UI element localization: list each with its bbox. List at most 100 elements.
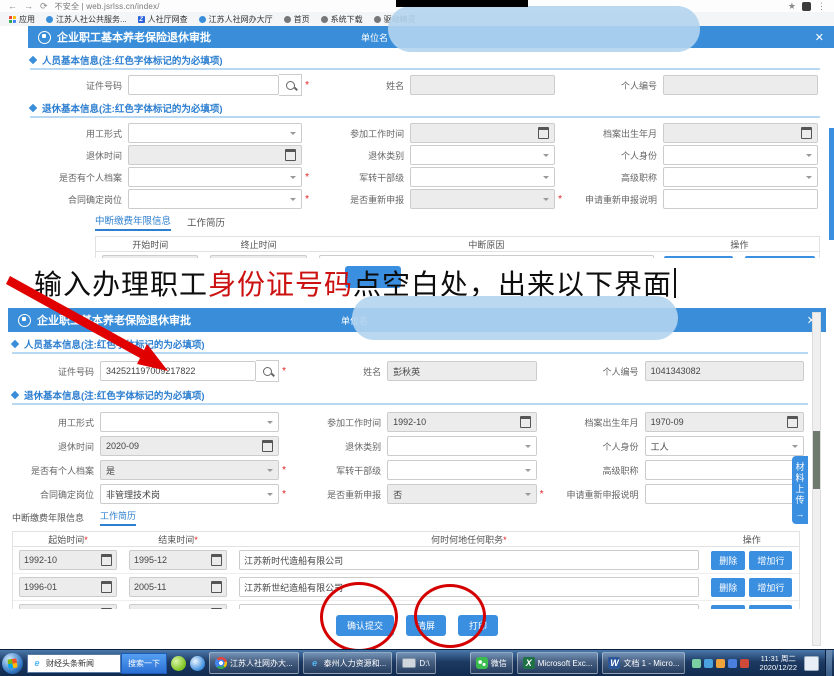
clear-button[interactable]: 清屏 — [406, 615, 446, 636]
retire-type-select[interactable] — [410, 145, 555, 165]
senior-title-label: 高级职称 — [557, 464, 639, 477]
refresh-icon[interactable]: ⟳ — [40, 2, 48, 11]
id-no-input[interactable] — [128, 75, 279, 95]
redeclare-select[interactable]: 否 — [387, 484, 536, 504]
upload-tab-edge[interactable] — [829, 128, 834, 240]
delete-button[interactable]: 删除 — [711, 551, 745, 570]
employment-form-select[interactable] — [100, 412, 279, 432]
tray-icon[interactable] — [728, 659, 737, 668]
tray-icon[interactable] — [692, 659, 701, 668]
chevron-down-icon — [525, 469, 531, 475]
search-button[interactable] — [256, 360, 279, 382]
bookmark-item[interactable]: 人社厅网查 — [138, 14, 188, 25]
search-button[interactable] — [279, 74, 302, 96]
taskbar-clock[interactable]: 11:31 周二 2020/12/22 — [759, 654, 797, 673]
close-icon[interactable]: ✕ — [815, 31, 824, 44]
retire-type-select[interactable] — [387, 436, 536, 456]
personal-identity-label: 个人身份 — [575, 149, 657, 162]
archive-birth-date: 1970-09 — [645, 412, 804, 432]
has-archive-select[interactable] — [128, 167, 302, 187]
duty-input[interactable]: 江苏新世纪造船有限公司 — [239, 577, 699, 597]
duty-input[interactable] — [239, 604, 699, 609]
tray-icon[interactable] — [716, 659, 725, 668]
id-no-input[interactable]: 342521197009217822 — [100, 361, 256, 381]
contract-post-select[interactable] — [128, 189, 302, 209]
personal-no-input: 1041343082 — [645, 361, 804, 381]
bookmark-apps[interactable]: 应用 — [9, 14, 35, 25]
bookmark-star-icon[interactable]: ★ — [788, 2, 796, 11]
menu-icon[interactable]: ⋮ — [817, 2, 826, 11]
calendar-icon — [801, 127, 812, 139]
tab-work-resume[interactable]: 工作简历 — [187, 215, 225, 231]
profile-avatar[interactable] — [802, 2, 811, 11]
senior-title-select[interactable] — [645, 460, 804, 480]
add-row-button[interactable]: 增加行 — [749, 605, 792, 610]
personal-identity-select[interactable] — [663, 145, 818, 165]
form-title: 企业职工基本养老保险退休审批 — [37, 312, 191, 328]
taskbar-window-word[interactable]: 文档 1 - Micro... — [602, 652, 685, 674]
sogou-browser-icon[interactable] — [190, 656, 205, 671]
has-archive-select[interactable]: 是 — [100, 460, 279, 480]
chevron-down-icon — [543, 198, 549, 204]
material-upload-tab[interactable]: 材料上传 → — [792, 456, 808, 524]
tab-work-resume[interactable]: 工作简历 — [100, 509, 136, 526]
search-input[interactable]: 财经头条新闻 — [27, 654, 121, 673]
submit-button[interactable]: 确认提交 — [336, 615, 394, 636]
input-method-icon[interactable] — [804, 656, 819, 671]
calendar-icon — [787, 416, 798, 428]
tab-interrupt-info[interactable]: 中断缴费年限信息 — [95, 213, 171, 231]
add-row-button[interactable]: 增加行 — [749, 551, 792, 570]
add-row-button[interactable]: 增加行 — [749, 578, 792, 597]
military-cadre-select[interactable] — [387, 460, 536, 480]
bookmark-item[interactable]: 系统下载 — [321, 14, 363, 25]
redeclare-select[interactable] — [410, 189, 555, 209]
bookmark-item[interactable]: 江苏人社公共服务... — [46, 14, 127, 25]
print-button[interactable]: 打印 — [458, 615, 498, 636]
start-date-input: 1996-01 — [19, 577, 117, 597]
address-bar[interactable]: 不安全 | web.jsrlss.cn/index/ — [55, 1, 160, 12]
contract-post-select[interactable]: 非管理技术岗 — [100, 484, 279, 504]
search-go-button[interactable]: 搜索一下 — [121, 653, 167, 674]
has-archive-value: 是 — [106, 464, 115, 477]
word-icon — [608, 657, 620, 669]
personal-identity-select[interactable]: 工人 — [645, 436, 804, 456]
bookmark-item[interactable]: 首页 — [284, 14, 310, 25]
forward-icon[interactable]: → — [24, 2, 33, 11]
senior-title-select[interactable] — [663, 167, 818, 187]
chevron-down-icon — [525, 445, 531, 451]
taskbar-window-excel[interactable]: Microsoft Exc... — [517, 652, 599, 674]
required-star: * — [302, 194, 312, 205]
ie-icon — [309, 657, 321, 669]
show-desktop-button[interactable] — [825, 650, 832, 676]
chevron-down-icon — [792, 445, 798, 451]
required-star: * — [194, 535, 198, 545]
search-icon — [263, 367, 272, 376]
start-button[interactable] — [2, 653, 23, 674]
employment-form-select[interactable] — [128, 123, 302, 143]
taskbar-window-chrome[interactable]: 江苏人社网办大... — [209, 652, 299, 674]
redeclare-note-input[interactable] — [645, 484, 804, 504]
delete-button[interactable]: 删除 — [711, 605, 745, 610]
delete-button[interactable]: 删除 — [711, 578, 745, 597]
tab-interrupt-info[interactable]: 中断缴费年限信息 — [12, 511, 84, 526]
bookmark-item[interactable]: 江苏人社网办大厅 — [199, 14, 273, 25]
redeclare-note-input[interactable] — [663, 189, 818, 209]
drive-icon — [402, 658, 416, 668]
browser-360-icon[interactable] — [171, 656, 186, 671]
back-icon[interactable]: ← — [8, 2, 17, 11]
military-cadre-select[interactable] — [410, 167, 555, 187]
tray-volume-icon[interactable] — [740, 659, 749, 668]
duty-input[interactable]: 江苏新时代造船有限公司 — [239, 550, 699, 570]
scrollbar-thumb[interactable] — [813, 431, 820, 489]
taskbar-window-explorer[interactable]: D:\ — [396, 652, 435, 674]
scrollbar[interactable] — [812, 312, 821, 646]
chevron-down-icon — [806, 176, 812, 182]
tray-icon[interactable] — [704, 659, 713, 668]
taskbar-window-wechat[interactable]: 微信 — [470, 652, 513, 674]
work-start-value: 1992-10 — [393, 417, 426, 427]
taskbar-window-ie[interactable]: 泰州人力资源和... — [303, 652, 393, 674]
taskbar-search: 财经头条新闻 搜索一下 — [27, 654, 167, 673]
work-start-label: 参加工作时间 — [322, 127, 404, 140]
required-star: * — [279, 366, 289, 377]
chevron-down-icon — [267, 493, 273, 499]
